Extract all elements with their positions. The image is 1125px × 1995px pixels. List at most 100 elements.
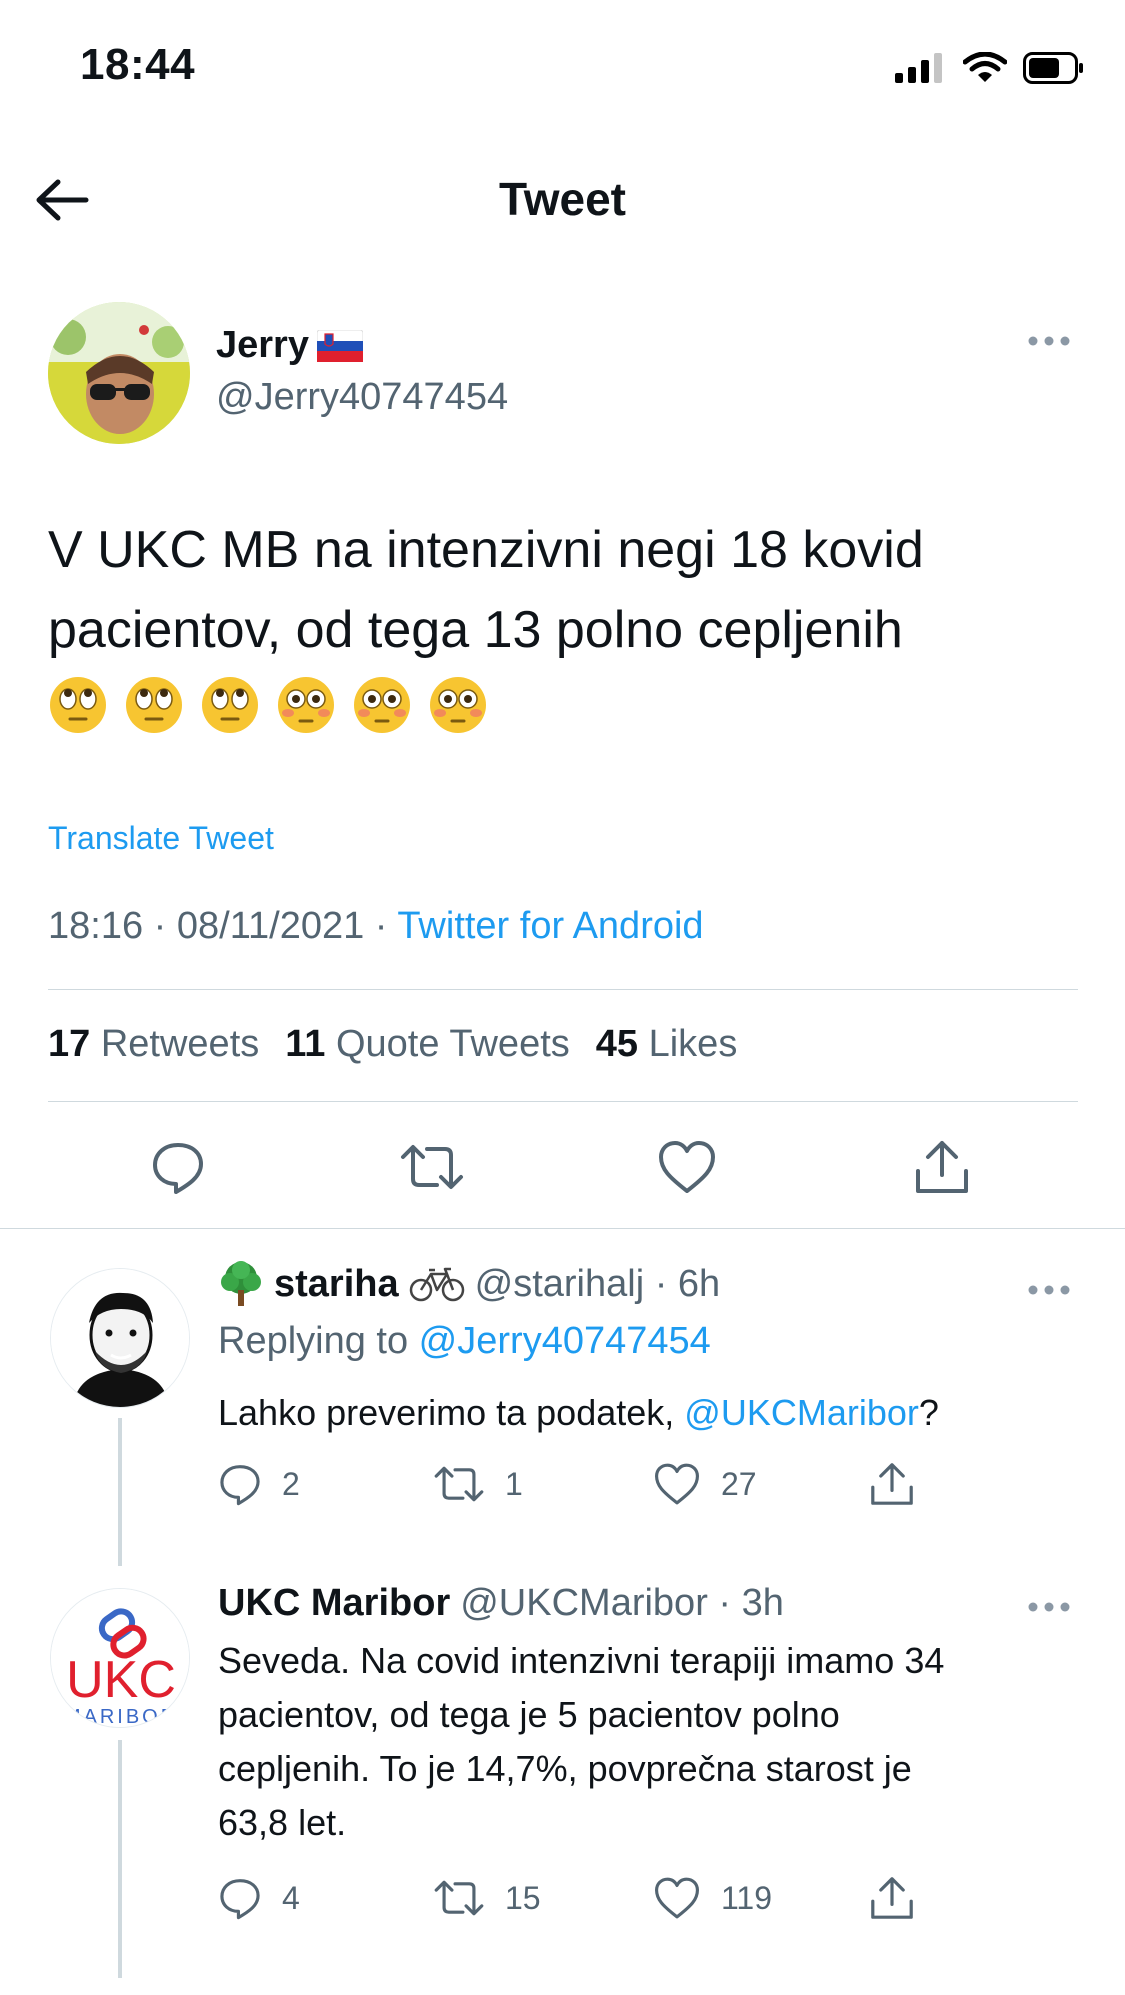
tweet-source-link[interactable]: Twitter for Android — [397, 905, 703, 947]
avatar[interactable] — [48, 302, 190, 444]
reply-header: UKC Maribor @UKCMaribor · 3h — [218, 1582, 784, 1625]
retweet-button[interactable] — [397, 1132, 467, 1202]
reply-text-end: ? — [918, 1392, 939, 1433]
more-horizontal-icon — [1028, 1602, 1070, 1612]
tweet-text-line: pacientov, od tega 13 polno cepljenih — [48, 601, 903, 659]
rolling-eyes-emoji-icon — [126, 677, 182, 733]
reply-text: Seveda. Na covid intenzivni terapiji ima… — [218, 1634, 1078, 1850]
heart-icon — [659, 1141, 715, 1193]
page-title: Tweet — [499, 173, 626, 225]
ukc-logo-subtext: MARIBOR — [64, 1706, 178, 1728]
reply-actions: 4 15 119 — [218, 1874, 938, 1922]
retweet-count: 1 — [505, 1465, 523, 1502]
mention-link[interactable]: @UKCMaribor — [684, 1392, 919, 1433]
ukc-logo: UKC MARIBOR — [51, 1589, 189, 1728]
rolling-eyes-emoji-icon — [50, 677, 106, 733]
more-options-button[interactable] — [1027, 334, 1071, 352]
reply-icon — [220, 1465, 260, 1506]
quote-tweets-stat[interactable]: 11 Quote Tweets — [285, 1023, 570, 1066]
rolling-eyes-emoji-icon — [202, 677, 258, 733]
share-button[interactable] — [907, 1132, 977, 1202]
reply-button[interactable]: 2 — [218, 1460, 433, 1508]
heart-icon — [655, 1877, 699, 1919]
reply-actions: 2 1 27 — [218, 1460, 938, 1508]
share-icon — [871, 1463, 913, 1505]
slovenia-flag-icon — [316, 329, 363, 362]
reply-author-handle-time: @starihalj · 6h — [474, 1262, 721, 1305]
reply-text: Lahko preverimo ta podatek, @UKCMaribor? — [218, 1386, 1078, 1440]
avatar[interactable] — [50, 1268, 190, 1408]
like-count: 119 — [721, 1879, 773, 1916]
like-count: 27 — [721, 1465, 757, 1502]
replying-to-handle[interactable]: @Jerry40747454 — [419, 1320, 711, 1362]
tweet-text-line: V UKC MB na intenzivni negi 18 kovid — [48, 521, 924, 579]
battery-icon — [1023, 52, 1083, 84]
divider — [48, 1101, 1078, 1102]
reply-text-line: pacientov, od tega je 5 pacientov polno — [218, 1694, 840, 1735]
reply-icon — [220, 1879, 260, 1920]
avatar-photo — [51, 1269, 189, 1407]
share-icon — [916, 1141, 968, 1193]
more-options-button[interactable] — [1027, 1600, 1071, 1618]
flushed-emoji-icon — [430, 677, 486, 733]
reply-author-name[interactable]: stariha — [274, 1263, 399, 1306]
flushed-emoji-icon — [278, 677, 334, 733]
reply-button[interactable]: 4 — [218, 1874, 433, 1922]
retweet-button[interactable]: 1 — [433, 1460, 653, 1508]
translate-tweet-link[interactable]: Translate Tweet — [48, 820, 274, 857]
flushed-emoji-icon — [354, 677, 410, 733]
replying-to-prefix: Replying to — [218, 1320, 419, 1362]
tweet-stats: 17 Retweets 11 Quote Tweets 45 Likes — [48, 1023, 737, 1066]
divider — [48, 989, 1078, 990]
reply-count: 4 — [282, 1879, 300, 1916]
section-divider — [0, 1228, 1125, 1229]
share-icon — [871, 1877, 913, 1919]
avatar-photo — [48, 302, 190, 444]
like-button[interactable]: 27 — [653, 1460, 868, 1508]
reply-author-handle-time: @UKCMaribor · 3h — [460, 1582, 784, 1624]
share-button[interactable] — [868, 1460, 916, 1508]
reply-header: stariha @starihalj · 6h — [218, 1260, 720, 1308]
tree-icon — [221, 1261, 261, 1306]
more-options-button[interactable] — [1027, 1283, 1071, 1301]
reply-author-name[interactable]: UKC Maribor — [218, 1582, 450, 1625]
wifi-icon — [963, 52, 1007, 82]
author-handle[interactable]: @Jerry40747454 — [216, 376, 508, 419]
retweet-icon — [401, 1145, 463, 1189]
retweet-icon — [434, 1880, 484, 1916]
retweets-stat[interactable]: 17 Retweets — [48, 1023, 259, 1066]
cellular-signal-icon — [895, 53, 942, 83]
retweets-label: Retweets — [100, 1023, 260, 1065]
reply-text-body: Lahko preverimo ta podatek, — [218, 1392, 685, 1433]
more-horizontal-icon — [1028, 1285, 1070, 1295]
likes-count: 45 — [595, 1023, 639, 1065]
tweet-meta: 18:16 · 08/11/2021 · Twitter for Android — [48, 905, 704, 948]
reply-icon — [153, 1143, 203, 1194]
retweet-button[interactable]: 15 — [433, 1874, 653, 1922]
likes-stat[interactable]: 45 Likes — [596, 1023, 738, 1066]
replying-to: Replying to @Jerry40747454 — [218, 1320, 711, 1363]
author-name-text: Jerry — [216, 324, 309, 366]
reply-text-line: 63,8 let. — [218, 1802, 347, 1843]
quotes-count: 11 — [285, 1023, 326, 1065]
avatar[interactable]: UKC MARIBOR — [50, 1588, 190, 1728]
like-button[interactable] — [652, 1132, 722, 1202]
thread-line — [118, 1418, 122, 1566]
quotes-label: Quote Tweets — [335, 1023, 570, 1065]
author-name[interactable]: Jerry — [216, 324, 363, 367]
status-time: 18:44 — [80, 40, 196, 89]
reply-count: 2 — [282, 1465, 300, 1502]
ukc-logo-text: UKC — [66, 1651, 176, 1709]
retweet-count: 15 — [505, 1879, 541, 1916]
retweets-count: 17 — [48, 1023, 91, 1065]
retweet-icon — [434, 1466, 484, 1502]
share-button[interactable] — [868, 1874, 916, 1922]
bicycle-icon — [409, 1267, 464, 1302]
heart-icon — [655, 1463, 699, 1505]
status-icons — [895, 52, 1085, 84]
likes-label: Likes — [648, 1023, 738, 1065]
tweet-text: V UKC MB na intenzivni negi 18 kovid pac… — [48, 510, 1088, 670]
like-button[interactable]: 119 — [653, 1874, 868, 1922]
thread-line — [118, 1740, 122, 1978]
reply-button[interactable] — [143, 1132, 213, 1202]
